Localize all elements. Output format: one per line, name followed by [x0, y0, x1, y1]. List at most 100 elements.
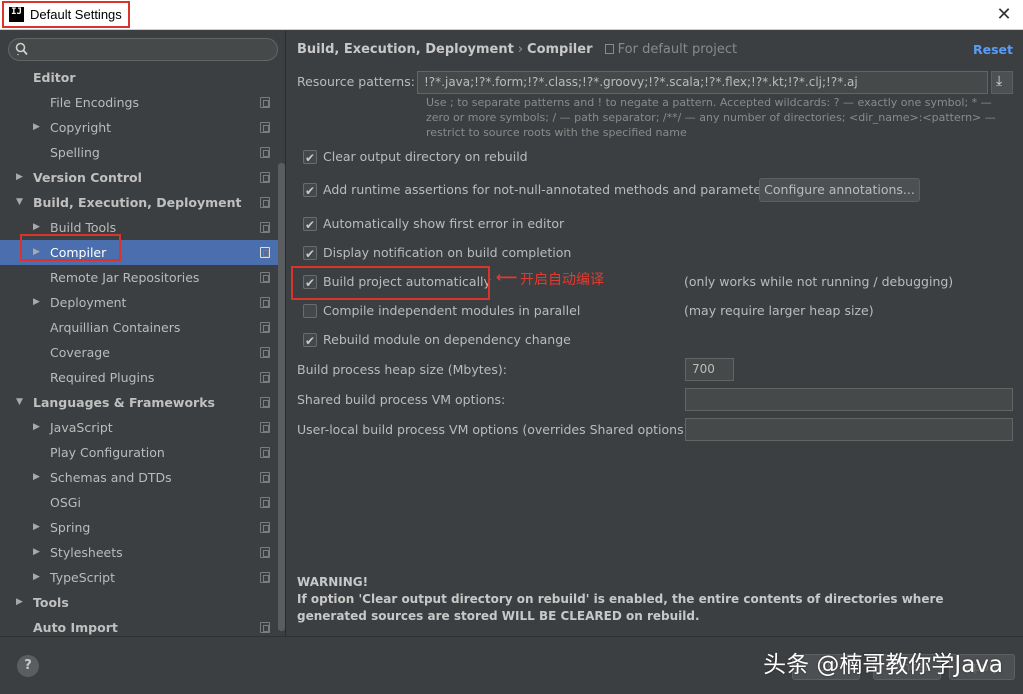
sidebar-item-label: Play Configuration	[50, 445, 165, 460]
sidebar-item-label: Arquillian Containers	[50, 320, 181, 335]
project-settings-icon	[260, 272, 270, 283]
sidebar-item-spelling[interactable]: Spelling	[0, 140, 278, 165]
project-settings-icon	[260, 97, 270, 108]
project-settings-icon	[260, 372, 270, 383]
shared-vm-field[interactable]	[685, 388, 1013, 411]
sidebar-item-stylesheets[interactable]: ▶ Stylesheets	[0, 540, 278, 565]
compile-parallel-label: Compile independent modules in parallel	[323, 303, 581, 318]
show-first-error-checkbox[interactable]	[303, 214, 317, 236]
project-settings-icon	[260, 247, 270, 258]
project-settings-icon	[260, 397, 270, 408]
sidebar-item-osgi[interactable]: OSGi	[0, 490, 278, 515]
sidebar-item-label: Remote Jar Repositories	[50, 270, 200, 285]
sidebar-item-tools[interactable]: ▶ Tools	[0, 590, 278, 615]
sidebar-item-label: File Encodings	[50, 95, 140, 110]
sidebar-item-schemas-and-dtds[interactable]: ▶ Schemas and DTDs	[0, 465, 278, 490]
sidebar-item-label: Required Plugins	[50, 370, 155, 385]
sidebar-item-typescript[interactable]: ▶ TypeScript	[0, 565, 278, 590]
build-automatically-highlight-box	[291, 266, 490, 300]
collapsed-arrow-icon[interactable]: ▶	[33, 415, 40, 440]
sidebar-item-arquillian-containers[interactable]: Arquillian Containers	[0, 315, 278, 340]
sidebar-item-label: Languages & Frameworks	[33, 395, 215, 410]
sidebar-item-label: Copyright	[50, 120, 112, 135]
collapsed-arrow-icon[interactable]: ▶	[33, 565, 40, 590]
sidebar-item-languages-frameworks[interactable]: ▼ Languages & Frameworks	[0, 390, 278, 415]
sidebar-item-remote-jar-repositories[interactable]: Remote Jar Repositories	[0, 265, 278, 290]
sidebar-item-version-control[interactable]: ▶ Version Control	[0, 165, 278, 190]
display-notification-checkbox[interactable]	[303, 243, 317, 265]
breadcrumb-separator: ›	[517, 42, 524, 57]
sidebar-item-file-encodings[interactable]: File Encodings	[0, 90, 278, 115]
heap-size-field[interactable]: 700	[685, 358, 734, 381]
sidebar-item-required-plugins[interactable]: Required Plugins	[0, 365, 278, 390]
breadcrumb-current: Compiler	[527, 42, 593, 57]
for-default-project: For default project	[604, 42, 737, 57]
collapsed-arrow-icon[interactable]: ▶	[33, 515, 40, 540]
search-icon	[15, 42, 28, 56]
warning-body: If option 'Clear output directory on reb…	[297, 592, 944, 623]
clear-output-label: Clear output directory on rebuild	[323, 149, 528, 164]
sidebar-item-javascript[interactable]: ▶ JavaScript	[0, 415, 278, 440]
close-icon[interactable]: ✕	[993, 4, 1015, 26]
sidebar-item-label: Tools	[33, 595, 69, 610]
reset-link[interactable]: Reset	[973, 42, 1013, 57]
project-settings-icon	[260, 547, 270, 558]
collapsed-arrow-icon[interactable]: ▶	[33, 115, 40, 140]
project-settings-icon	[260, 297, 270, 308]
sidebar-item-play-configuration[interactable]: Play Configuration	[0, 440, 278, 465]
collapsed-arrow-icon[interactable]: ▶	[16, 590, 23, 615]
display-notification-label: Display notification on build completion	[323, 245, 572, 260]
expanded-arrow-icon[interactable]: ▼	[16, 390, 23, 415]
local-vm-label: User-local build process VM options (ove…	[297, 422, 693, 437]
resource-patterns-field[interactable]: !?*.java;!?*.form;!?*.class;!?*.groovy;!…	[417, 71, 988, 94]
sidebar-item-label: TypeScript	[50, 570, 115, 585]
compile-parallel-checkbox[interactable]	[303, 304, 317, 318]
search-input[interactable]	[8, 38, 278, 61]
project-settings-icon	[260, 347, 270, 358]
runtime-assertions-label: Add runtime assertions for not-null-anno…	[323, 182, 773, 197]
settings-sidebar: Editor File Encodings ▶ Copyright Spelling ▶ V…	[0, 31, 286, 636]
sidebar-item-label: Version Control	[33, 170, 142, 185]
collapsed-arrow-icon[interactable]: ▶	[33, 465, 40, 490]
sidebar-item-label: Spelling	[50, 145, 100, 160]
clear-output-checkbox[interactable]	[303, 147, 317, 169]
warning-title: WARNING!	[297, 575, 369, 589]
sidebar-item-spring[interactable]: ▶ Spring	[0, 515, 278, 540]
sidebar-scrollbar[interactable]	[278, 163, 285, 631]
sidebar-item-copyright[interactable]: ▶ Copyright	[0, 115, 278, 140]
project-settings-icon	[260, 522, 270, 533]
warning-block: WARNING! If option 'Clear output directo…	[297, 574, 1017, 625]
project-settings-icon	[260, 197, 270, 208]
configure-annotations-button[interactable]: Configure annotations...	[759, 178, 920, 202]
sidebar-item-coverage[interactable]: Coverage	[0, 340, 278, 365]
sidebar-item-build-execution-deployment[interactable]: ▼ Build, Execution, Deployment	[0, 190, 278, 215]
collapsed-arrow-icon[interactable]: ▶	[33, 290, 40, 315]
local-vm-field[interactable]	[685, 418, 1013, 441]
annotation-arrow-icon: ⟵	[496, 268, 518, 286]
project-settings-icon	[260, 172, 270, 183]
runtime-assertions-checkbox[interactable]	[303, 180, 317, 202]
window-title: Default Settings	[30, 7, 122, 22]
compile-parallel-note: (may require larger heap size)	[684, 303, 874, 318]
sidebar-item-label: Coverage	[50, 345, 110, 360]
sidebar-item-label: JavaScript	[50, 420, 113, 435]
collapsed-arrow-icon[interactable]: ▶	[16, 165, 23, 190]
expand-field-button[interactable]	[991, 71, 1013, 94]
help-button[interactable]: ?	[17, 655, 39, 677]
project-settings-icon	[260, 447, 270, 458]
sidebar-item-editor[interactable]: Editor	[0, 65, 278, 90]
build-automatically-note: (only works while not running / debuggin…	[684, 274, 954, 289]
rebuild-on-change-checkbox[interactable]	[303, 330, 317, 352]
collapsed-arrow-icon[interactable]: ▶	[33, 540, 40, 565]
breadcrumb: Build, Execution, Deployment › Compiler Fo…	[297, 42, 737, 57]
resource-patterns-hint: Use ; to separate patterns and ! to nega…	[426, 96, 996, 139]
sidebar-item-label: Deployment	[50, 295, 127, 310]
rebuild-on-change-label: Rebuild module on dependency change	[323, 332, 571, 347]
project-settings-icon	[260, 497, 270, 508]
project-settings-icon	[260, 572, 270, 583]
project-settings-icon	[260, 147, 270, 158]
project-settings-icon	[260, 322, 270, 333]
intellij-logo-icon: IJ	[9, 7, 24, 22]
sidebar-item-deployment[interactable]: ▶ Deployment	[0, 290, 278, 315]
expanded-arrow-icon[interactable]: ▼	[16, 190, 23, 215]
